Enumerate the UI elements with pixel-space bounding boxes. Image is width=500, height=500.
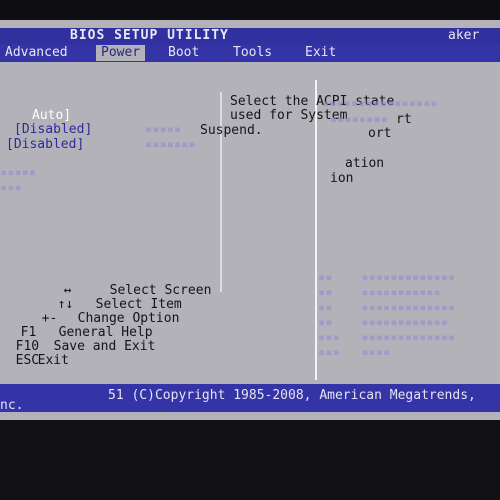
monitor-bezel-top: [0, 0, 500, 20]
ghost-reflection: ▪▪▪: [0, 180, 22, 194]
menu-tab-boot[interactable]: Boot: [163, 45, 204, 61]
key-legend-row: ESCExit: [0, 338, 69, 368]
ghost-reflection: ▪▪▪▪▪: [0, 165, 37, 179]
help-line-3: Suspend.: [200, 123, 263, 138]
copyright-text: 51 (C)Copyright 1985-2008, American Mega…: [108, 388, 476, 403]
help-divider: [220, 92, 222, 292]
ghost-reflection: ▪▪ ▪▪▪▪▪▪▪▪▪▪▪▪▪: [318, 270, 456, 284]
menu-tab-tools[interactable]: Tools: [228, 45, 277, 61]
key-label: ESC: [15, 353, 40, 368]
menu-bar: Advanced Power Boot Tools Exit: [0, 44, 500, 62]
title-bar: BIOS SETUP UTILITY aker: [0, 28, 500, 44]
help-fragment-1: rt: [396, 112, 412, 127]
ghost-reflection: ▪▪ ▪▪▪▪▪▪▪▪▪▪▪: [318, 285, 441, 299]
acpi-state-value[interactable]: Auto]: [32, 108, 71, 123]
menu-tab-power[interactable]: Power: [96, 45, 146, 61]
ghost-reflection: ▪▪ ▪▪▪▪▪▪▪▪▪▪▪▪: [318, 315, 449, 329]
footer-bar: 51 (C)Copyright 1985-2008, American Mega…: [0, 384, 500, 413]
copyright-inc: nc.: [0, 398, 24, 413]
option-value-3[interactable]: [Disabled]: [6, 137, 84, 152]
menu-tab-advanced[interactable]: Advanced: [0, 45, 73, 61]
menu-tab-exit[interactable]: Exit: [300, 45, 341, 61]
bios-maker: aker: [448, 28, 480, 43]
help-fragment-2: ort: [368, 126, 392, 141]
option-value-2[interactable]: [Disabled]: [14, 122, 92, 137]
bios-title: BIOS SETUP UTILITY: [70, 28, 229, 43]
ghost-reflection: ▪▪▪▪▪▪▪▪▪▪▪▪▪▪▪▪: [322, 96, 438, 110]
ghost-reflection: ▪▪▪▪▪▪▪: [145, 137, 196, 151]
panel-divider: [315, 80, 317, 380]
ghost-reflection: ▪▪ ▪▪▪▪▪▪▪▪▪▪▪▪▪: [318, 300, 456, 314]
monitor-bezel-bottom: [0, 420, 500, 500]
help-fragment-4: ion: [330, 171, 354, 186]
ghost-reflection: ▪▪▪▪▪▪▪▪: [330, 112, 388, 126]
key-action: Exit: [37, 353, 69, 368]
ghost-reflection: ▪▪▪ ▪▪▪▪▪▪▪▪▪▪▪▪▪: [318, 330, 456, 344]
ghost-reflection: ▪▪▪ ▪▪▪▪: [318, 345, 391, 359]
help-fragment-3: ation: [345, 156, 385, 171]
ghost-reflection: ▪▪▪▪▪: [145, 122, 182, 136]
